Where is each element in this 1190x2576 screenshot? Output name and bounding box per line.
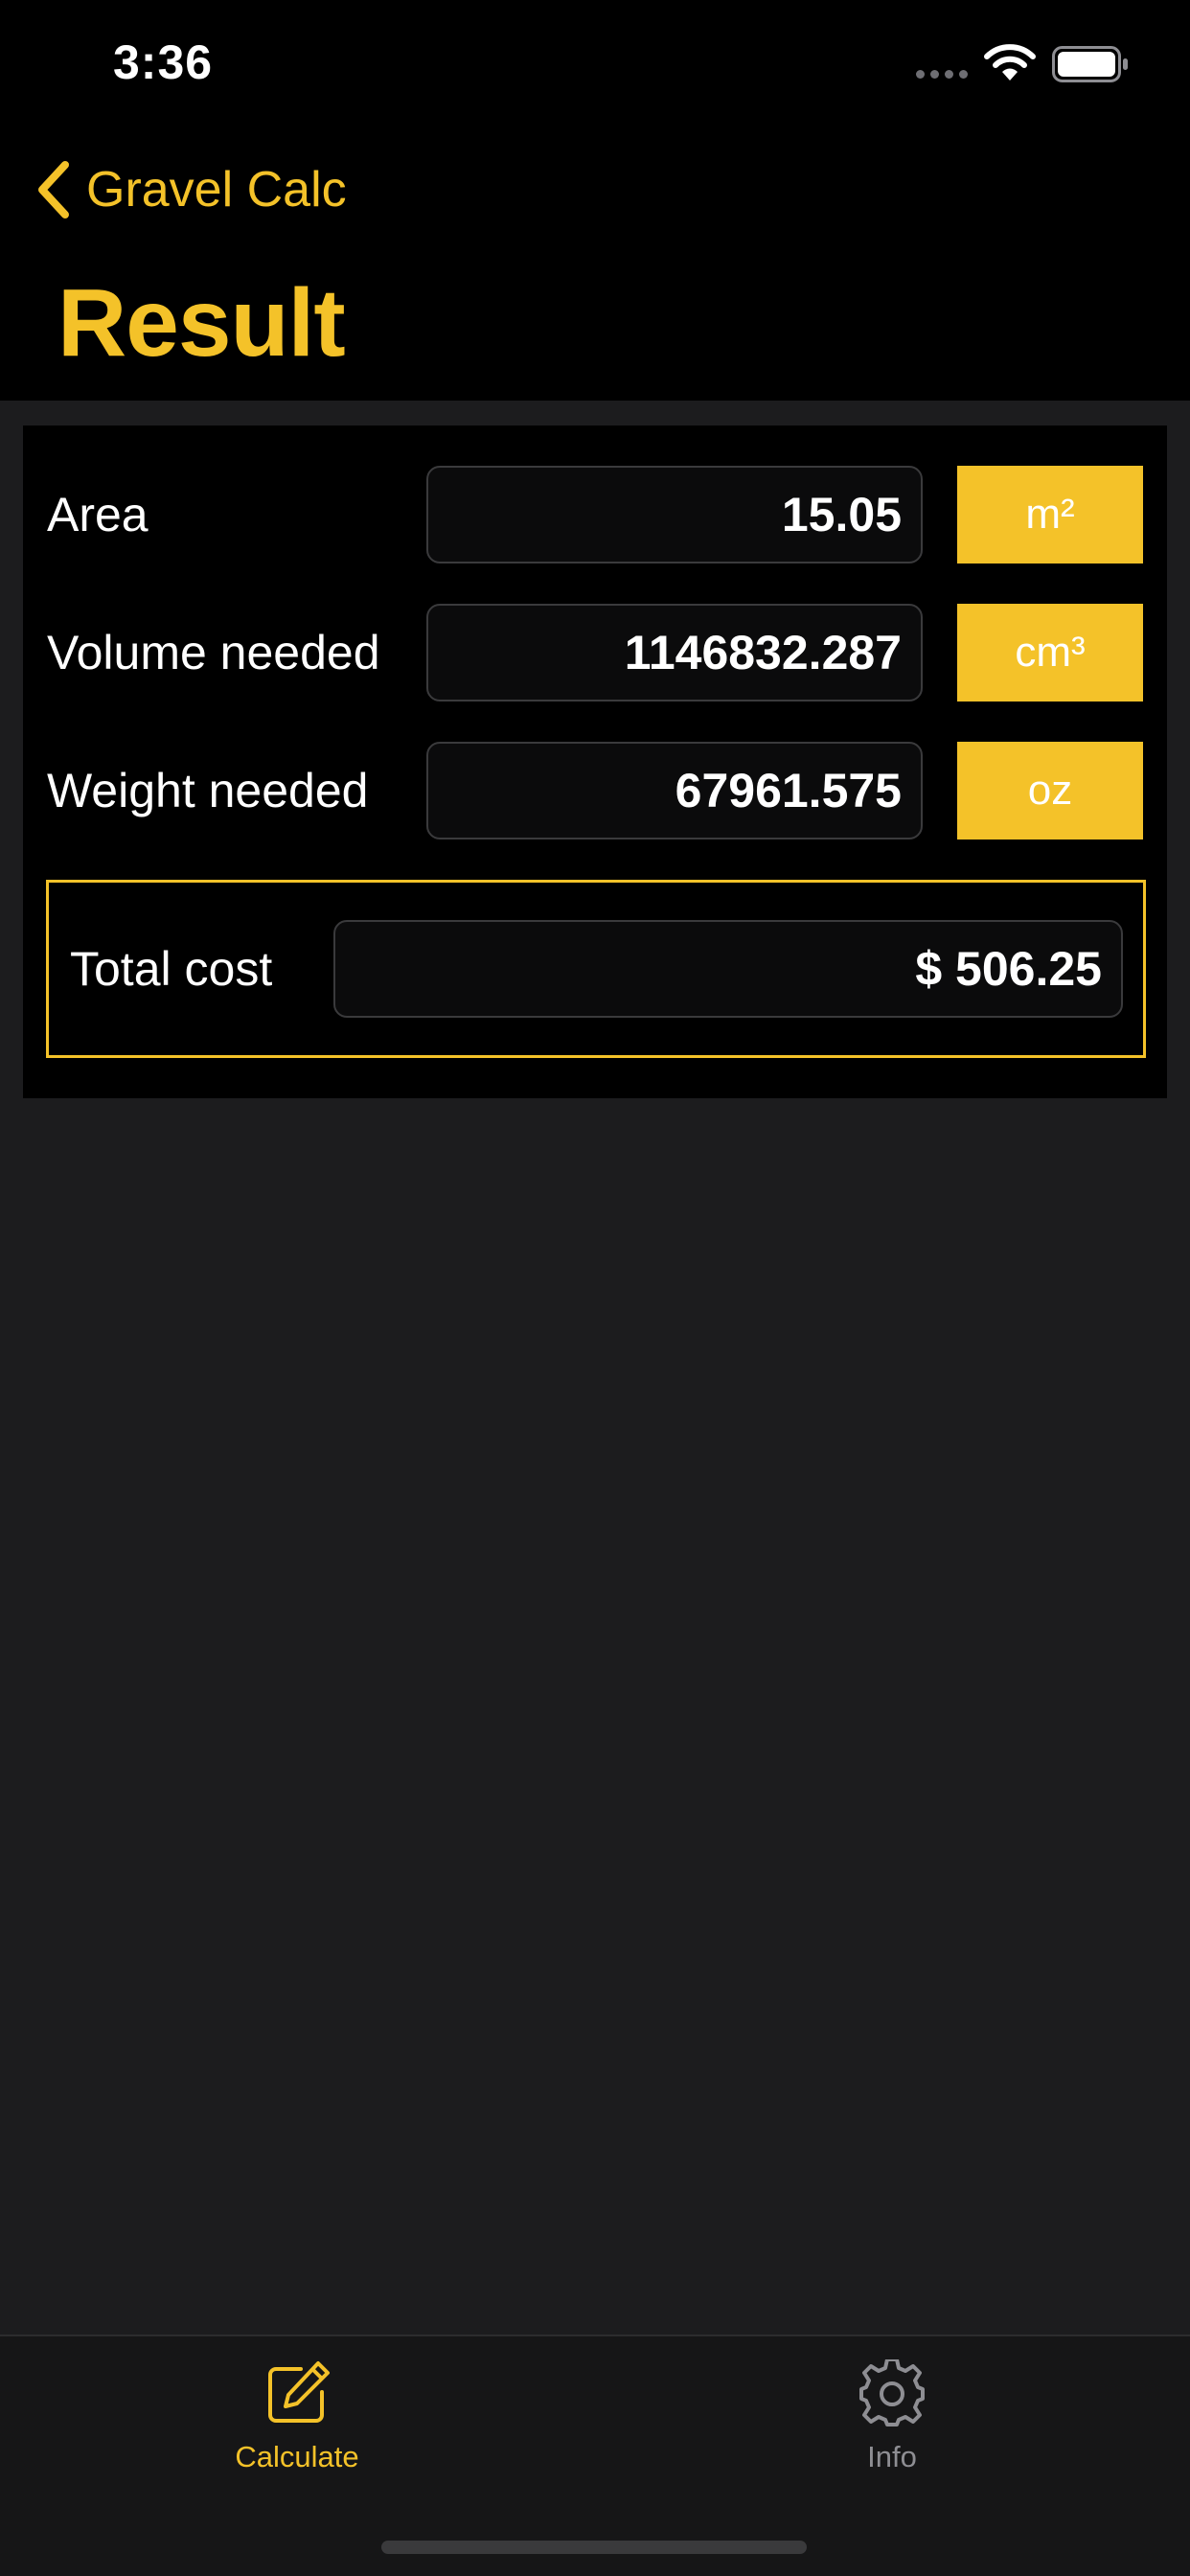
- home-indicator: [381, 2541, 807, 2554]
- area-unit-button[interactable]: m²: [957, 466, 1143, 564]
- area-label: Area: [47, 488, 149, 541]
- area-value-field[interactable]: 15.05: [426, 466, 923, 564]
- screen: 3:36 Gravel Calc Result Area 15.05 m² Vo…: [0, 0, 1190, 2576]
- status-time: 3:36: [113, 35, 214, 89]
- volume-value-field[interactable]: 1146832.287: [426, 604, 923, 702]
- volume-value: 1146832.287: [624, 626, 902, 679]
- tab-info[interactable]: Info: [748, 2359, 1036, 2474]
- gear-icon: [859, 2359, 925, 2426]
- weight-label: Weight needed: [47, 764, 369, 817]
- result-panel: Area 15.05 m² Volume needed 1146832.287 …: [23, 426, 1167, 1098]
- pencil-square-icon: [268, 2361, 330, 2423]
- back-button-label: Gravel Calc: [86, 162, 347, 218]
- tab-bar: Calculate Info: [0, 2334, 1190, 2576]
- chevron-left-icon: [38, 161, 69, 218]
- weight-value-field[interactable]: 67961.575: [426, 742, 923, 840]
- cellular-signal-icon: [916, 70, 968, 79]
- wifi-icon: [984, 44, 1036, 80]
- total-cost-label: Total cost: [70, 942, 273, 996]
- area-row: Area 15.05 m²: [23, 466, 1167, 564]
- tab-calculate-label: Calculate: [235, 2440, 359, 2473]
- area-value: 15.05: [781, 488, 902, 541]
- volume-label: Volume needed: [47, 626, 380, 679]
- total-cost-box: Total cost $ 506.25: [46, 880, 1146, 1058]
- weight-value: 67961.575: [675, 764, 902, 817]
- tab-calculate[interactable]: Calculate: [153, 2359, 441, 2474]
- weight-unit-button[interactable]: oz: [957, 742, 1143, 840]
- total-cost-value: $ 506.25: [915, 942, 1102, 996]
- volume-unit-button[interactable]: cm³: [957, 604, 1143, 702]
- battery-icon: [1052, 46, 1128, 82]
- page-title: Result: [57, 269, 346, 377]
- tab-info-label: Info: [867, 2440, 917, 2473]
- total-cost-field[interactable]: $ 506.25: [333, 920, 1123, 1018]
- weight-row: Weight needed 67961.575 oz: [23, 742, 1167, 840]
- volume-row: Volume needed 1146832.287 cm³: [23, 604, 1167, 702]
- navigation-header: 3:36 Gravel Calc Result: [0, 0, 1190, 401]
- back-button[interactable]: Gravel Calc: [33, 153, 347, 226]
